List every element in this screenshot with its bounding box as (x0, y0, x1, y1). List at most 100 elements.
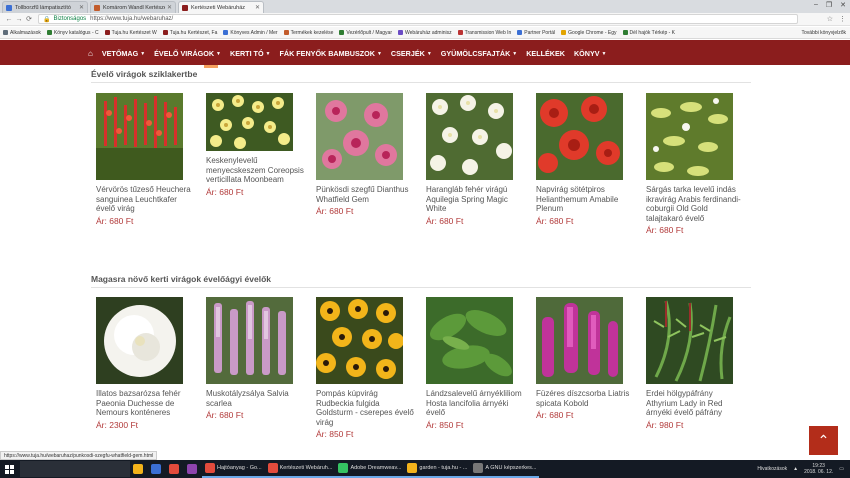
product-card[interactable]: Harangláb fehér virágú Aquilegia Spring … (426, 93, 526, 226)
product-name[interactable]: Lándzsalevelű árnyékliliom Hosta lancifo… (426, 389, 526, 418)
notifications-icon[interactable]: ▭ (839, 466, 844, 472)
product-image[interactable] (426, 93, 513, 180)
product-name[interactable]: Keskenylevelű menyecskeszem Coreopsis ve… (206, 156, 306, 185)
bookmark-item[interactable]: Könyv katalógus - C (46, 30, 99, 36)
product-card[interactable]: Napvirág sötétpiros Helianthemum Amabile… (536, 93, 636, 226)
nav-item-kellekek[interactable]: KELLÉKEK (526, 49, 565, 58)
product-name[interactable]: Vérvörös tűzeső Heuchera sanguinea Leuch… (96, 185, 196, 214)
tab-close-icon[interactable]: ✕ (79, 4, 84, 11)
maximize-icon[interactable]: ❐ (826, 1, 832, 9)
product-name[interactable]: Napvirág sötétpiros Helianthemum Amabile… (536, 185, 636, 214)
back-to-top-button[interactable]: ⌃ (809, 426, 838, 455)
taskbar-item[interactable]: Hajtóanyag - Go... (202, 460, 265, 478)
product-card[interactable]: Lándzsalevelű árnyékliliom Hosta lancifo… (426, 297, 526, 430)
tray-label[interactable]: Hivatkozások (757, 466, 787, 472)
forward-icon[interactable]: → (14, 16, 24, 23)
product-name[interactable]: Füzéres díszcsorba Liatris spicata Kobol… (536, 389, 636, 408)
product-card[interactable]: Erdei hölgypáfrány Athyrium Lady in Red … (646, 297, 746, 430)
product-card[interactable]: Keskenylevelű menyecskeszem Coreopsis ve… (206, 93, 306, 197)
browser-tab[interactable]: Tollborzfű lámpatisztító ✕ (2, 1, 88, 13)
bookmark-item[interactable]: Webáruház adminisz (398, 30, 452, 36)
browser-tab-active[interactable]: Kertészeti Webáruház ✕ (178, 1, 264, 13)
product-card[interactable]: Sárgás tarka levelű indás ikravirág Arab… (646, 93, 746, 235)
tab-close-icon[interactable]: ✕ (167, 4, 172, 11)
nav-item-gyumolcsfajtak[interactable]: GYÜMÖLCSFAJTÁK ▼ (441, 49, 517, 58)
url-field[interactable]: 🔒 Biztonságos https://www.tuja.hu/webaru… (38, 14, 798, 24)
product-image[interactable] (646, 297, 733, 384)
bookmark-star-icon[interactable]: ☆ (827, 15, 833, 23)
product-card[interactable]: Illatos bazsarózsa fehér Paeonia Duchess… (96, 297, 196, 430)
bookmark-item[interactable]: Transmission Web In (457, 30, 511, 36)
product-name[interactable]: Erdei hölgypáfrány Athyrium Lady in Red … (646, 389, 746, 418)
product-card[interactable]: Muskotályzsálya Salvia scarlea Ár: 680 F… (206, 297, 306, 420)
home-icon[interactable]: ⌂ (88, 49, 93, 58)
product-card[interactable]: Füzéres díszcsorba Liatris spicata Kobol… (536, 297, 636, 420)
product-name[interactable]: Sárgás tarka levelű indás ikravirág Arab… (646, 185, 746, 223)
tab-close-icon[interactable]: ✕ (255, 4, 260, 11)
bookmark-item[interactable]: Tuja.hu Kertészet, Fa (162, 30, 217, 36)
back-icon[interactable]: ← (4, 16, 14, 23)
close-window-icon[interactable]: ✕ (840, 1, 846, 9)
network-icon[interactable]: ▲ (793, 466, 798, 472)
bookmark-item[interactable]: Tuja.hu Kertészet W (104, 30, 157, 36)
product-card[interactable]: Pompás kúpvirág Rudbeckia fulgida Goldst… (316, 297, 416, 439)
file-explorer-icon (133, 464, 143, 474)
product-image[interactable] (96, 93, 183, 180)
chevron-up-icon: ⌃ (817, 432, 830, 448)
chevron-down-icon: ▼ (140, 50, 146, 57)
window-controls: – ❐ ✕ (814, 1, 846, 9)
product-image[interactable] (206, 297, 293, 384)
product-name[interactable]: Pompás kúpvirág Rudbeckia fulgida Goldst… (316, 389, 416, 427)
bookmark-item[interactable]: Partner Portál (517, 30, 555, 36)
nav-item-evelo-viragok[interactable]: ÉVELŐ VIRÁGOK ▼ (154, 49, 221, 58)
nav-item-konyv[interactable]: KÖNYV ▼ (574, 49, 607, 58)
taskbar-item[interactable] (184, 460, 202, 478)
taskbar-item[interactable]: A GNU képszerkes... (470, 460, 540, 478)
nav-item-kerti-to[interactable]: KERTI TÓ ▼ (230, 49, 271, 58)
taskbar-item[interactable] (148, 460, 166, 478)
chevron-down-icon: ▼ (216, 50, 221, 57)
product-image[interactable] (316, 93, 403, 180)
bookmark-favicon-icon (517, 30, 523, 35)
product-name[interactable]: Illatos bazsarózsa fehér Paeonia Duchess… (96, 389, 196, 418)
product-card[interactable]: Vérvörös tűzeső Heuchera sanguinea Leuch… (96, 93, 196, 226)
browser-tab[interactable]: Komárom Wandl Kertészet ✕ (90, 1, 176, 13)
product-image[interactable] (426, 297, 513, 384)
start-button[interactable] (0, 460, 18, 478)
bookmark-item[interactable]: Google Chrome - Egy (561, 30, 617, 36)
bookmark-favicon-icon (223, 30, 229, 35)
taskbar-search-box[interactable] (20, 461, 130, 477)
product-image[interactable] (536, 93, 623, 180)
reload-icon[interactable]: ⟳ (24, 15, 34, 23)
clock[interactable]: 19:23 2018. 06. 12. (804, 463, 833, 475)
product-image[interactable] (646, 93, 733, 180)
product-image[interactable] (96, 297, 183, 384)
bookmark-item[interactable]: Vezérlőpult / Magyar (339, 30, 392, 36)
nav-item-fak[interactable]: FÁK FENYŐK BAMBUSZOK ▼ (280, 49, 382, 58)
status-url-preview: https://www.tuja.hu/webaruhaz/punkosdi-s… (0, 451, 158, 460)
minimize-icon[interactable]: – (814, 1, 818, 9)
product-name[interactable]: Harangláb fehér virágú Aquilegia Spring … (426, 185, 526, 214)
bookmark-item[interactable]: Könyves Admin / Mer (223, 30, 278, 36)
product-image[interactable] (536, 297, 623, 384)
bookmark-item[interactable]: Dél hajók Térkép - K (622, 30, 675, 36)
bookmark-label: Alkalmazások (10, 29, 41, 36)
product-name[interactable]: Muskotályzsálya Salvia scarlea (206, 389, 306, 408)
nav-active-indicator (204, 65, 218, 68)
nav-item-cserjek[interactable]: CSERJÉK ▼ (391, 49, 432, 58)
more-bookmarks[interactable]: További könyvjelzők (802, 30, 846, 36)
bookmark-item[interactable]: Alkalmazások (3, 30, 41, 36)
taskbar-item[interactable]: Kertészeti Webáruh... (264, 460, 336, 478)
product-name[interactable]: Pünkösdi szegfű Dianthus Whatfield Gem (316, 185, 416, 204)
taskbar-item[interactable] (130, 460, 148, 478)
chevron-down-icon: ▼ (265, 50, 271, 57)
taskbar-item[interactable]: garden - tuja.hu - ... (404, 460, 471, 478)
nav-item-vetomag[interactable]: VETŐMAG ▼ (102, 49, 145, 58)
product-image[interactable] (316, 297, 403, 384)
menu-icon[interactable]: ⋮ (839, 15, 846, 23)
bookmark-item[interactable]: Termékek kezelése (283, 30, 333, 36)
product-image[interactable] (206, 93, 293, 151)
taskbar-item[interactable] (166, 460, 184, 478)
product-card[interactable]: Pünkösdi szegfű Dianthus Whatfield Gem Á… (316, 93, 416, 216)
taskbar-item[interactable]: Adobe Dreamweav... (335, 460, 405, 478)
